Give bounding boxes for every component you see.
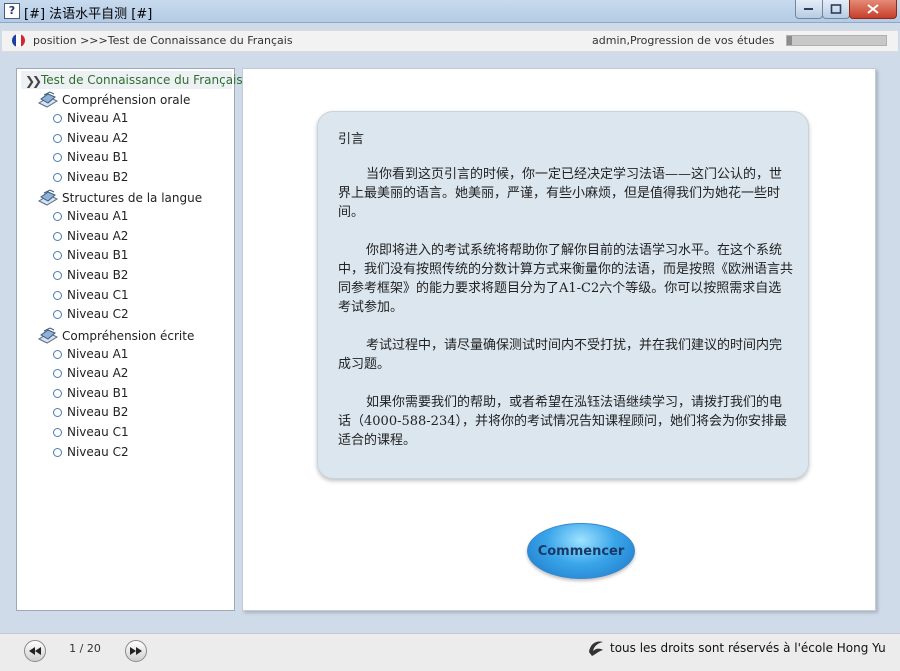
- radio-circle-icon[interactable]: [53, 232, 62, 241]
- level-label: Niveau B1: [67, 248, 129, 262]
- next-page-button[interactable]: [125, 640, 147, 662]
- radio-circle-icon[interactable]: [53, 212, 62, 221]
- level-label: Niveau A2: [67, 131, 129, 145]
- intro-title: 引言: [338, 132, 365, 147]
- commencer-label: Commencer: [537, 543, 625, 559]
- level-label: Niveau B2: [67, 405, 129, 419]
- radio-circle-icon[interactable]: [53, 153, 62, 162]
- prev-page-icon: [29, 647, 41, 655]
- radio-circle-icon[interactable]: [53, 310, 62, 319]
- radio-circle-icon[interactable]: [53, 251, 62, 260]
- maximize-button[interactable]: [822, 0, 850, 19]
- radio-circle-icon[interactable]: [53, 448, 62, 457]
- commencer-button[interactable]: Commencer: [527, 523, 635, 579]
- level-label: Niveau B2: [67, 170, 129, 184]
- level-label: Niveau C2: [67, 445, 129, 459]
- radio-circle-icon[interactable]: [53, 173, 62, 182]
- level-label: Niveau B1: [67, 386, 129, 400]
- level-label: Niveau A2: [67, 366, 129, 380]
- progress-bar-fill: [787, 36, 792, 45]
- radio-circle-icon[interactable]: [53, 134, 62, 143]
- french-flag-icon: [12, 34, 25, 47]
- level-label: Niveau A1: [67, 347, 129, 361]
- books-icon: [37, 189, 59, 206]
- radio-circle-icon[interactable]: [53, 408, 62, 417]
- section-label: Structures de la langue: [62, 191, 203, 205]
- prev-page-button[interactable]: [24, 640, 46, 662]
- radio-circle-icon[interactable]: [53, 114, 62, 123]
- level-label: Niveau B1: [67, 150, 129, 164]
- school-logo-icon: [589, 641, 603, 656]
- page-indicator: 1 / 20: [69, 642, 101, 655]
- radio-circle-icon[interactable]: [53, 428, 62, 437]
- app-help-icon: ?: [4, 3, 20, 19]
- sidebar-tree: ❯❯ Test de Connaissance du Français Comp…: [16, 68, 243, 611]
- user-progress-label: admin,Progression de vos études: [592, 34, 775, 47]
- minimize-icon: [804, 8, 813, 10]
- intro-paragraph: 考试过程中，请尽量确保测试时间内不受打扰，并在我们建议的时间内完成习题。: [338, 338, 783, 372]
- level-label: Niveau B2: [67, 268, 129, 282]
- radio-circle-icon[interactable]: [53, 389, 62, 398]
- next-page-icon: [130, 647, 142, 655]
- level-label: Niveau A2: [67, 229, 129, 243]
- radio-circle-icon[interactable]: [53, 369, 62, 378]
- copyright-text: tous les droits sont réservés à l'école …: [610, 641, 886, 655]
- section-label: Compréhension orale: [62, 93, 191, 107]
- tree-root-label: Test de Connaissance du Français: [41, 73, 243, 87]
- progress-bar: [786, 35, 887, 46]
- maximize-icon: [830, 4, 842, 14]
- intro-paragraph: 你即将进入的考试系统将帮助你了解你目前的法语学习水平。在这个系统中，我们没有按照…: [338, 243, 794, 315]
- level-label: Niveau C2: [67, 307, 129, 321]
- intro-paragraph: 如果你需要我们的帮助，或者希望在泓钰法语继续学习，请拨打我们的电话（4000-5…: [338, 395, 787, 448]
- window-title: [#] 法语水平自测 [#]: [24, 7, 153, 22]
- level-label: Niveau A1: [67, 209, 129, 223]
- radio-circle-icon[interactable]: [53, 350, 62, 359]
- intro-box: 引言 当你看到这页引言的时候，你一定已经决定学习法语——这门公认的，世界上最美丽…: [317, 111, 809, 479]
- books-icon: [37, 327, 59, 344]
- books-icon: [37, 91, 59, 108]
- breadcrumb: position >>>Test de Connaissance du Fran…: [33, 34, 293, 47]
- radio-circle-icon[interactable]: [53, 271, 62, 280]
- level-label: Niveau A1: [67, 111, 129, 125]
- tree-root-item[interactable]: ❯❯ Test de Connaissance du Français: [21, 71, 243, 89]
- level-label: Niveau C1: [67, 288, 129, 302]
- intro-paragraph: 当你看到这页引言的时候，你一定已经决定学习法语——这门公认的，世界上最美丽的语言…: [338, 167, 783, 220]
- section-label: Compréhension écrite: [62, 329, 195, 343]
- close-button[interactable]: [849, 0, 897, 19]
- close-icon: [867, 4, 879, 14]
- minimize-button[interactable]: [795, 0, 823, 19]
- level-label: Niveau C1: [67, 425, 129, 439]
- double-chevron-right-icon: ❯❯: [25, 74, 42, 88]
- radio-circle-icon[interactable]: [53, 291, 62, 300]
